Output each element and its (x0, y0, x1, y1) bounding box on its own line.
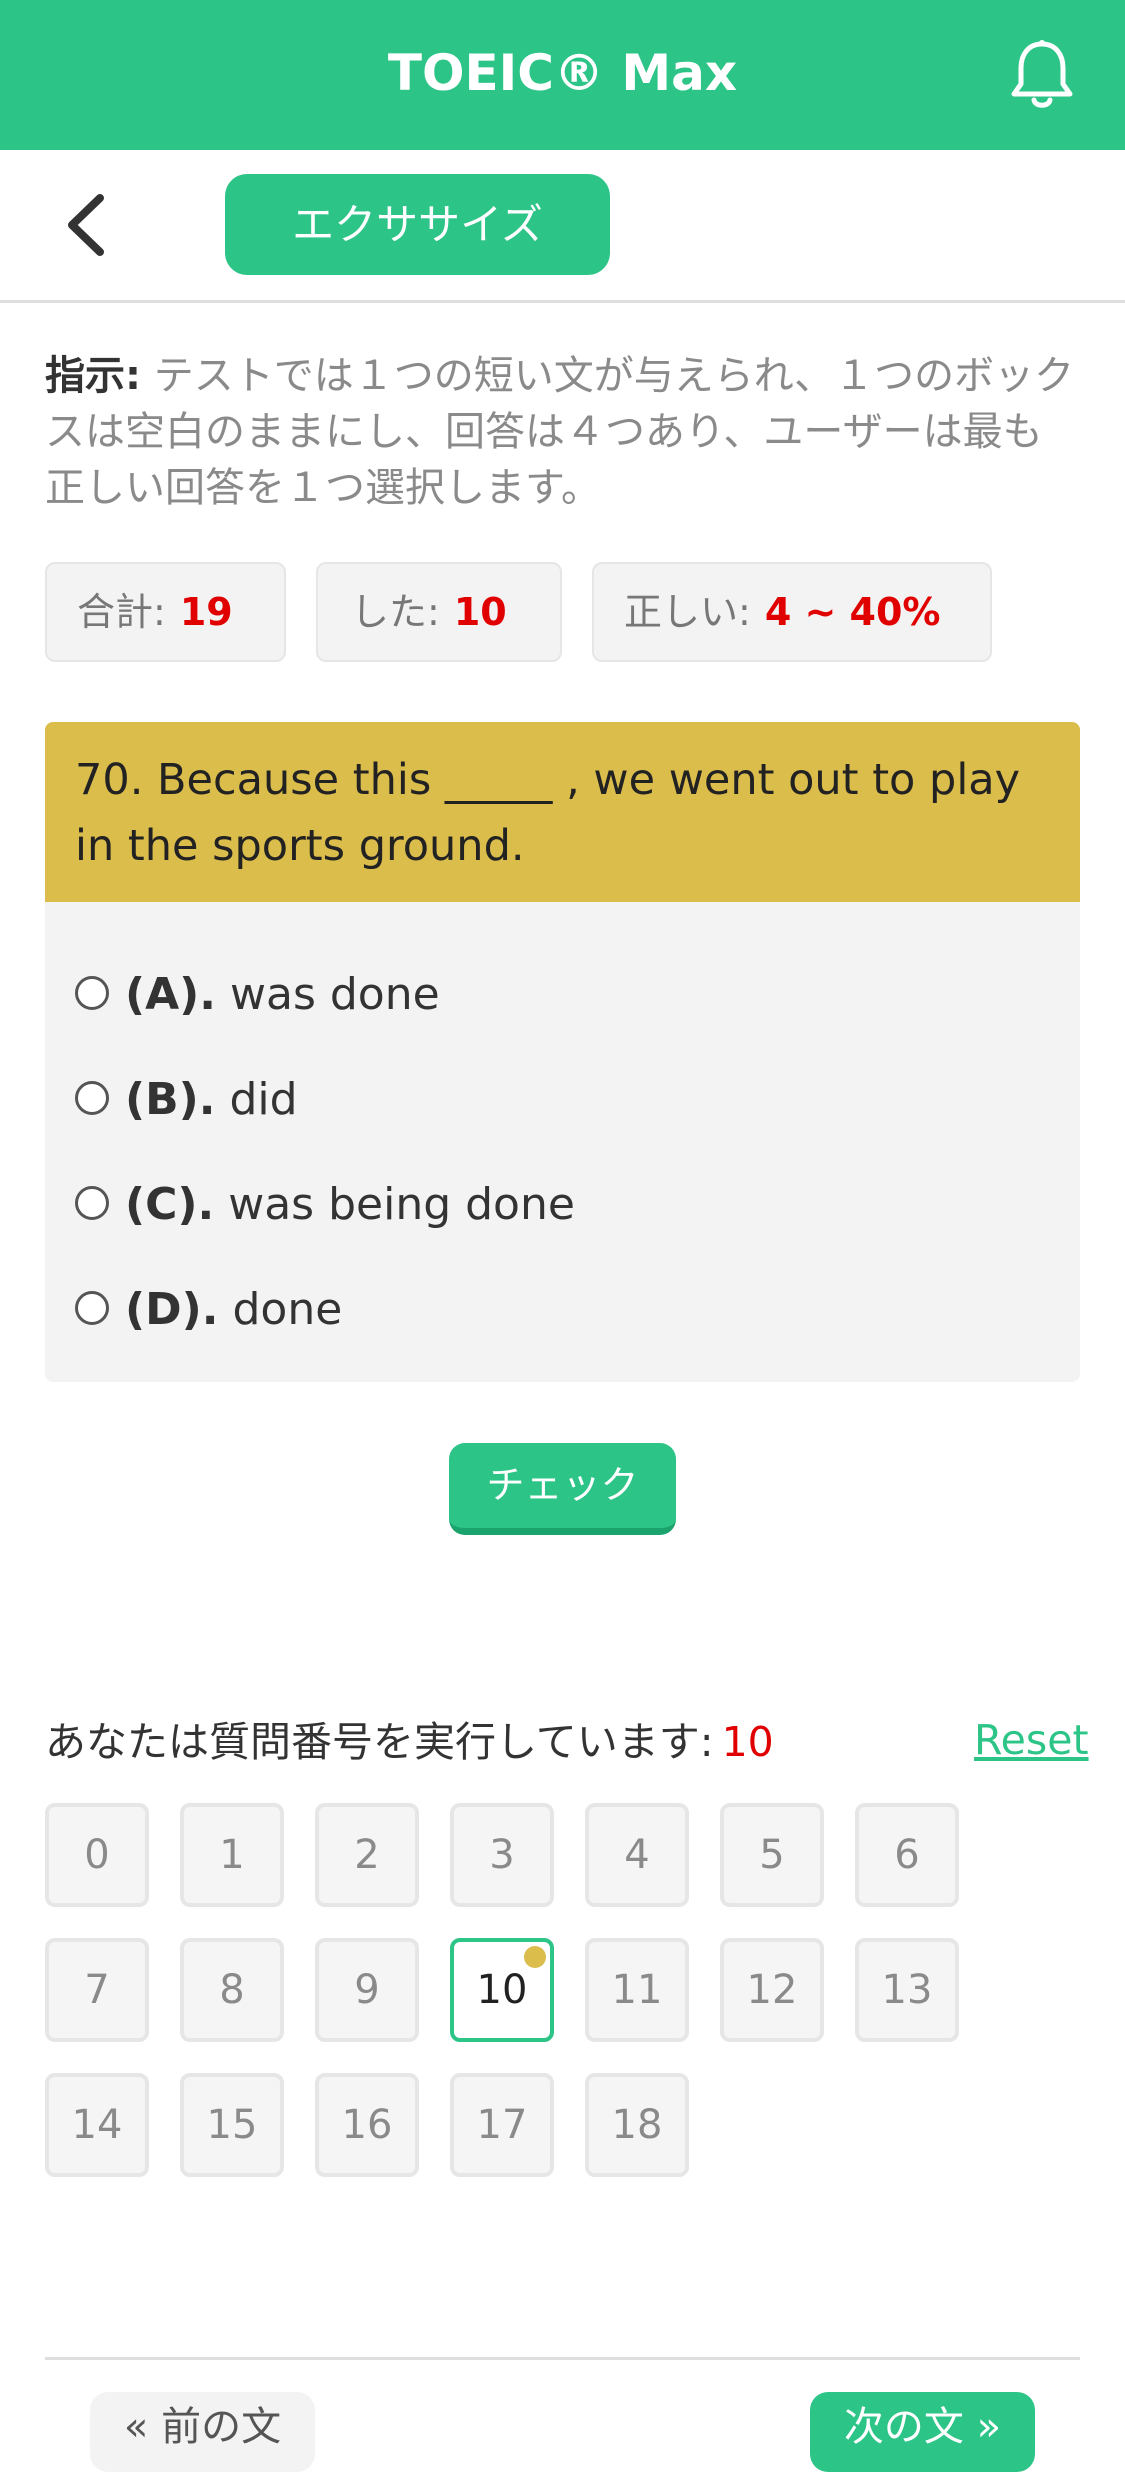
question-number-7[interactable]: 7 (45, 1938, 149, 2042)
radio-button[interactable] (75, 1291, 109, 1325)
running-status: あなたは質問番号を実行しています: 10 (45, 1712, 774, 1772)
reset-link[interactable]: Reset (974, 1710, 1089, 1770)
stat-total-value: 19 (179, 590, 233, 634)
stat-correct: 正しい: 4 ~ 40% (592, 562, 992, 662)
option-text: was being done (228, 1179, 575, 1230)
stat-correct-value: 4 ~ 40% (764, 590, 941, 634)
question-number-17[interactable]: 17 (450, 2073, 554, 2177)
option-text: did (229, 1074, 298, 1125)
question-number-2[interactable]: 2 (315, 1803, 419, 1907)
radio-button[interactable] (75, 976, 109, 1010)
stat-done-label: した: (351, 590, 440, 634)
question-number-4[interactable]: 4 (585, 1803, 689, 1907)
question-number-13[interactable]: 13 (855, 1938, 959, 2042)
stat-done-value: 10 (453, 590, 507, 634)
option-text: done (232, 1284, 343, 1335)
prev-sentence-button[interactable]: « 前の文 (90, 2392, 315, 2472)
option-b[interactable]: (B). did (75, 1065, 298, 1135)
sub-header: エクササイズ (0, 150, 1125, 303)
instructions-text: テストでは１つの短い文が与えられ、１つのボックスは空白のままにし、回答は４つあり… (45, 353, 1075, 511)
option-key: (C). (125, 1179, 215, 1230)
stat-total: 合計: 19 (45, 562, 286, 662)
question-text: 70. Because this _____ , we went out to … (45, 722, 1080, 902)
instructions: 指示: テストでは１つの短い文が与えられ、１つのボックスは空白のままにし、回答は… (45, 348, 1080, 516)
option-d[interactable]: (D). done (75, 1275, 342, 1345)
option-key: (D). (125, 1284, 219, 1335)
question-number-16[interactable]: 16 (315, 2073, 419, 2177)
question-number-10[interactable]: 10 (450, 1938, 554, 2042)
stat-correct-label: 正しい: (624, 590, 751, 634)
bell-icon[interactable] (1008, 38, 1076, 112)
option-key: (A). (125, 969, 216, 1020)
option-c[interactable]: (C). was being done (75, 1170, 575, 1240)
option-text: was done (230, 969, 440, 1020)
question-number-9[interactable]: 9 (315, 1938, 419, 2042)
question-card: 70. Because this _____ , we went out to … (45, 722, 1080, 1382)
running-label: あなたは質問番号を実行しています: (45, 1718, 714, 1766)
divider (45, 2357, 1080, 2360)
question-number-5[interactable]: 5 (720, 1803, 824, 1907)
chevron-left-icon[interactable] (62, 190, 112, 260)
app-title: TOEIC® Max (387, 44, 738, 102)
question-number-15[interactable]: 15 (180, 2073, 284, 2177)
question-number-6[interactable]: 6 (855, 1803, 959, 1907)
option-a[interactable]: (A). was done (75, 960, 440, 1030)
instructions-label: 指示: (45, 353, 141, 399)
option-key: (B). (125, 1074, 216, 1125)
question-number-3[interactable]: 3 (450, 1803, 554, 1907)
current-question-number: 10 (721, 1718, 774, 1766)
current-marker-dot (524, 1946, 546, 1968)
question-number-8[interactable]: 8 (180, 1938, 284, 2042)
app-bar: TOEIC® Max (0, 0, 1125, 150)
question-number-18[interactable]: 18 (585, 2073, 689, 2177)
question-number-0[interactable]: 0 (45, 1803, 149, 1907)
stat-done: した: 10 (316, 562, 562, 662)
question-number-12[interactable]: 12 (720, 1938, 824, 2042)
question-number-11[interactable]: 11 (585, 1938, 689, 2042)
check-button[interactable]: チェック (449, 1443, 676, 1535)
question-number-14[interactable]: 14 (45, 2073, 149, 2177)
next-sentence-button[interactable]: 次の文 » (810, 2392, 1035, 2472)
stat-total-label: 合計: (77, 590, 166, 634)
question-number-1[interactable]: 1 (180, 1803, 284, 1907)
radio-button[interactable] (75, 1081, 109, 1115)
tab-exercise[interactable]: エクササイズ (225, 174, 610, 275)
radio-button[interactable] (75, 1186, 109, 1220)
